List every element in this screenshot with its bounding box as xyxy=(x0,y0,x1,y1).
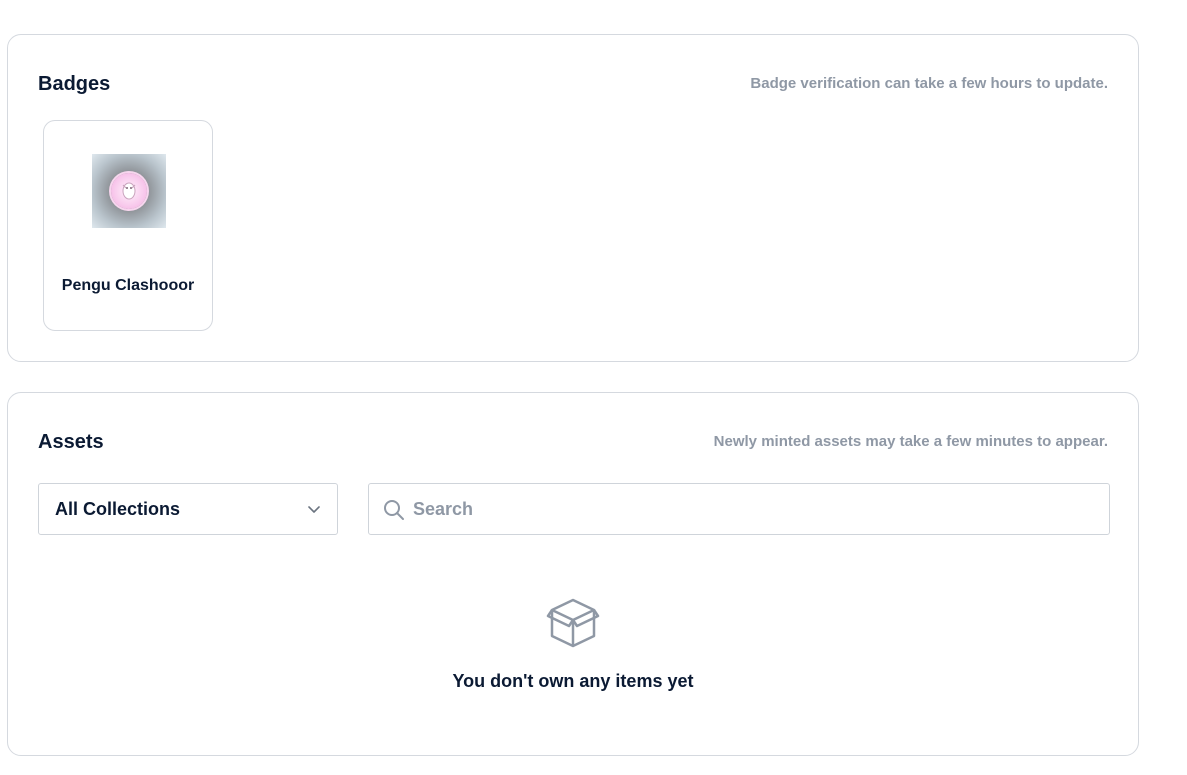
empty-state-message: You don't own any items yet xyxy=(452,671,694,691)
assets-minting-note: Newly minted assets may take a few minut… xyxy=(713,433,1108,450)
badge-image xyxy=(92,154,166,228)
badge-tile[interactable]: Pengu Clashooor xyxy=(43,120,213,331)
assets-card: Assets Newly minted assets may take a fe… xyxy=(7,392,1139,756)
badge-name: Pengu Clashooor xyxy=(61,277,195,294)
collections-dropdown-value: All Collections xyxy=(55,499,181,519)
badges-verification-note: Badge verification can take a few hours … xyxy=(750,75,1108,92)
chevron-down-icon xyxy=(307,502,321,521)
search-input[interactable] xyxy=(413,492,1093,526)
search-icon xyxy=(383,499,405,526)
empty-state: You don't own any items yet xyxy=(8,596,1138,692)
collections-dropdown[interactable]: All Collections xyxy=(38,483,338,535)
pengu-avatar-icon xyxy=(111,173,147,209)
search-field[interactable] xyxy=(368,483,1110,535)
assets-title: Assets xyxy=(38,431,104,453)
box-icon xyxy=(546,596,600,655)
badges-title: Badges xyxy=(38,73,111,95)
badges-card: Badges Badge verification can take a few… xyxy=(7,34,1139,362)
